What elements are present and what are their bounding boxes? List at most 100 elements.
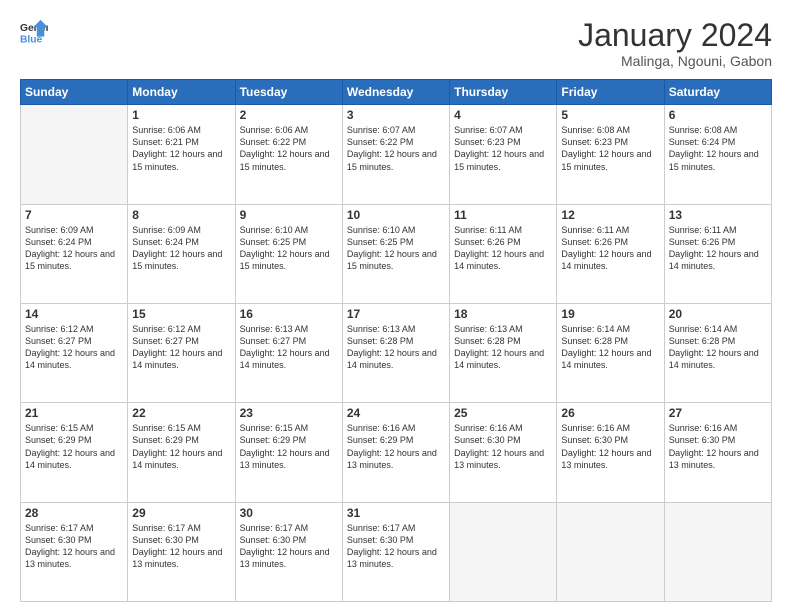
calendar-cell: 7 Sunrise: 6:09 AMSunset: 6:24 PMDaylight…	[21, 204, 128, 303]
day-info: Sunrise: 6:16 AMSunset: 6:30 PMDaylight:…	[669, 422, 767, 471]
day-number: 30	[240, 506, 338, 520]
day-number: 6	[669, 108, 767, 122]
calendar-cell: 21Sunrise: 6:15 AMSunset: 6:29 PMDayligh…	[21, 403, 128, 502]
day-info: Sunrise: 6:07 AMSunset: 6:22 PMDaylight:…	[347, 124, 445, 173]
weekday-header-monday: Monday	[128, 80, 235, 105]
main-title: January 2024	[578, 18, 772, 53]
calendar-week-row: 14 Sunrise: 6:12 AMSunset: 6:27 PMDayligh…	[21, 303, 772, 402]
calendar-cell: 29 Sunrise: 6:17 AMSunset: 6:30 PMDayligh…	[128, 502, 235, 601]
day-info: Sunrise: 6:15 AMSunset: 6:29 PMDaylight:…	[240, 422, 338, 471]
day-number: 17	[347, 307, 445, 321]
day-number: 9	[240, 208, 338, 222]
title-block: January 2024 Malinga, Ngouni, Gabon	[578, 18, 772, 69]
calendar-cell: 3 Sunrise: 6:07 AMSunset: 6:22 PMDaylight…	[342, 105, 449, 204]
day-info: Sunrise: 6:17 AMSunset: 6:30 PMDaylight:…	[25, 522, 123, 571]
calendar-cell: 22 Sunrise: 6:15 AMSunset: 6:29 PMDayligh…	[128, 403, 235, 502]
day-info: Sunrise: 6:17 AMSunset: 6:30 PMDaylight:…	[132, 522, 230, 571]
logo: General Blue	[20, 18, 48, 46]
calendar-cell: 1Sunrise: 6:06 AMSunset: 6:21 PMDaylight…	[128, 105, 235, 204]
day-info: Sunrise: 6:10 AMSunset: 6:25 PMDaylight:…	[240, 224, 338, 273]
calendar-week-row: 7 Sunrise: 6:09 AMSunset: 6:24 PMDaylight…	[21, 204, 772, 303]
day-number: 23	[240, 406, 338, 420]
day-number: 2	[240, 108, 338, 122]
calendar-cell: 24 Sunrise: 6:16 AMSunset: 6:29 PMDayligh…	[342, 403, 449, 502]
calendar-cell: 5 Sunrise: 6:08 AMSunset: 6:23 PMDaylight…	[557, 105, 664, 204]
calendar-cell: 27 Sunrise: 6:16 AMSunset: 6:30 PMDayligh…	[664, 403, 771, 502]
page: General Blue January 2024 Malinga, Ngoun…	[0, 0, 792, 612]
calendar-cell: 10 Sunrise: 6:10 AMSunset: 6:25 PMDayligh…	[342, 204, 449, 303]
subtitle: Malinga, Ngouni, Gabon	[578, 53, 772, 69]
calendar-cell: 4 Sunrise: 6:07 AMSunset: 6:23 PMDaylight…	[450, 105, 557, 204]
calendar-week-row: 21 Sunrise: 6:15 AMSunset: 6:29 PMDayligh…	[21, 403, 772, 502]
calendar-cell: 16Sunrise: 6:13 AMSunset: 6:27 PMDayligh…	[235, 303, 342, 402]
day-number: 15	[132, 307, 230, 321]
day-number: 1	[132, 108, 230, 122]
weekday-header-thursday: Thursday	[450, 80, 557, 105]
day-number: 22	[132, 406, 230, 420]
calendar-cell: 2 Sunrise: 6:06 AMSunset: 6:22 PMDaylight…	[235, 105, 342, 204]
day-info: Sunrise: 6:14 AMSunset: 6:28 PMDaylight:…	[669, 323, 767, 372]
calendar-cell: 6 Sunrise: 6:08 AMSunset: 6:24 PMDaylight…	[664, 105, 771, 204]
day-number: 4	[454, 108, 552, 122]
header: General Blue January 2024 Malinga, Ngoun…	[20, 18, 772, 69]
day-number: 14	[25, 307, 123, 321]
day-info: Sunrise: 6:09 AMSunset: 6:24 PMDaylight:…	[132, 224, 230, 273]
day-info: Sunrise: 6:10 AMSunset: 6:25 PMDaylight:…	[347, 224, 445, 273]
day-info: Sunrise: 6:12 AMSunset: 6:27 PMDaylight:…	[25, 323, 123, 372]
calendar-cell	[21, 105, 128, 204]
day-info: Sunrise: 6:08 AMSunset: 6:23 PMDaylight:…	[561, 124, 659, 173]
day-number: 3	[347, 108, 445, 122]
day-info: Sunrise: 6:09 AMSunset: 6:24 PMDaylight:…	[25, 224, 123, 273]
day-info: Sunrise: 6:16 AMSunset: 6:29 PMDaylight:…	[347, 422, 445, 471]
day-number: 27	[669, 406, 767, 420]
day-info: Sunrise: 6:16 AMSunset: 6:30 PMDaylight:…	[454, 422, 552, 471]
calendar-cell: 30 Sunrise: 6:17 AMSunset: 6:30 PMDayligh…	[235, 502, 342, 601]
day-number: 21	[25, 406, 123, 420]
day-number: 25	[454, 406, 552, 420]
day-number: 10	[347, 208, 445, 222]
calendar-cell: 12Sunrise: 6:11 AMSunset: 6:26 PMDayligh…	[557, 204, 664, 303]
day-number: 13	[669, 208, 767, 222]
logo-icon: General Blue	[20, 18, 48, 46]
day-number: 16	[240, 307, 338, 321]
day-number: 11	[454, 208, 552, 222]
day-info: Sunrise: 6:06 AMSunset: 6:22 PMDaylight:…	[240, 124, 338, 173]
day-info: Sunrise: 6:12 AMSunset: 6:27 PMDaylight:…	[132, 323, 230, 372]
calendar-table: SundayMondayTuesdayWednesdayThursdayFrid…	[20, 79, 772, 602]
day-info: Sunrise: 6:17 AMSunset: 6:30 PMDaylight:…	[240, 522, 338, 571]
day-number: 29	[132, 506, 230, 520]
weekday-header-tuesday: Tuesday	[235, 80, 342, 105]
calendar-cell: 11 Sunrise: 6:11 AMSunset: 6:26 PMDayligh…	[450, 204, 557, 303]
day-info: Sunrise: 6:08 AMSunset: 6:24 PMDaylight:…	[669, 124, 767, 173]
day-info: Sunrise: 6:11 AMSunset: 6:26 PMDaylight:…	[669, 224, 767, 273]
day-number: 5	[561, 108, 659, 122]
day-number: 19	[561, 307, 659, 321]
day-number: 8	[132, 208, 230, 222]
calendar-cell: 15 Sunrise: 6:12 AMSunset: 6:27 PMDayligh…	[128, 303, 235, 402]
day-number: 26	[561, 406, 659, 420]
day-number: 18	[454, 307, 552, 321]
day-info: Sunrise: 6:07 AMSunset: 6:23 PMDaylight:…	[454, 124, 552, 173]
calendar-cell: 8 Sunrise: 6:09 AMSunset: 6:24 PMDaylight…	[128, 204, 235, 303]
calendar-cell: 23 Sunrise: 6:15 AMSunset: 6:29 PMDayligh…	[235, 403, 342, 502]
calendar-cell	[557, 502, 664, 601]
calendar-cell: 26Sunrise: 6:16 AMSunset: 6:30 PMDayligh…	[557, 403, 664, 502]
calendar-cell: 18 Sunrise: 6:13 AMSunset: 6:28 PMDayligh…	[450, 303, 557, 402]
calendar-cell: 14 Sunrise: 6:12 AMSunset: 6:27 PMDayligh…	[21, 303, 128, 402]
calendar-cell: 9 Sunrise: 6:10 AMSunset: 6:25 PMDaylight…	[235, 204, 342, 303]
day-info: Sunrise: 6:15 AMSunset: 6:29 PMDaylight:…	[132, 422, 230, 471]
calendar-cell: 19Sunrise: 6:14 AMSunset: 6:28 PMDayligh…	[557, 303, 664, 402]
day-info: Sunrise: 6:11 AMSunset: 6:26 PMDaylight:…	[561, 224, 659, 273]
calendar-cell: 20Sunrise: 6:14 AMSunset: 6:28 PMDayligh…	[664, 303, 771, 402]
day-number: 24	[347, 406, 445, 420]
calendar-cell: 13 Sunrise: 6:11 AMSunset: 6:26 PMDayligh…	[664, 204, 771, 303]
day-number: 7	[25, 208, 123, 222]
calendar-week-row: 1Sunrise: 6:06 AMSunset: 6:21 PMDaylight…	[21, 105, 772, 204]
day-info: Sunrise: 6:13 AMSunset: 6:28 PMDaylight:…	[454, 323, 552, 372]
day-number: 31	[347, 506, 445, 520]
day-info: Sunrise: 6:11 AMSunset: 6:26 PMDaylight:…	[454, 224, 552, 273]
weekday-header-row: SundayMondayTuesdayWednesdayThursdayFrid…	[21, 80, 772, 105]
weekday-header-saturday: Saturday	[664, 80, 771, 105]
day-info: Sunrise: 6:17 AMSunset: 6:30 PMDaylight:…	[347, 522, 445, 571]
day-info: Sunrise: 6:13 AMSunset: 6:28 PMDaylight:…	[347, 323, 445, 372]
